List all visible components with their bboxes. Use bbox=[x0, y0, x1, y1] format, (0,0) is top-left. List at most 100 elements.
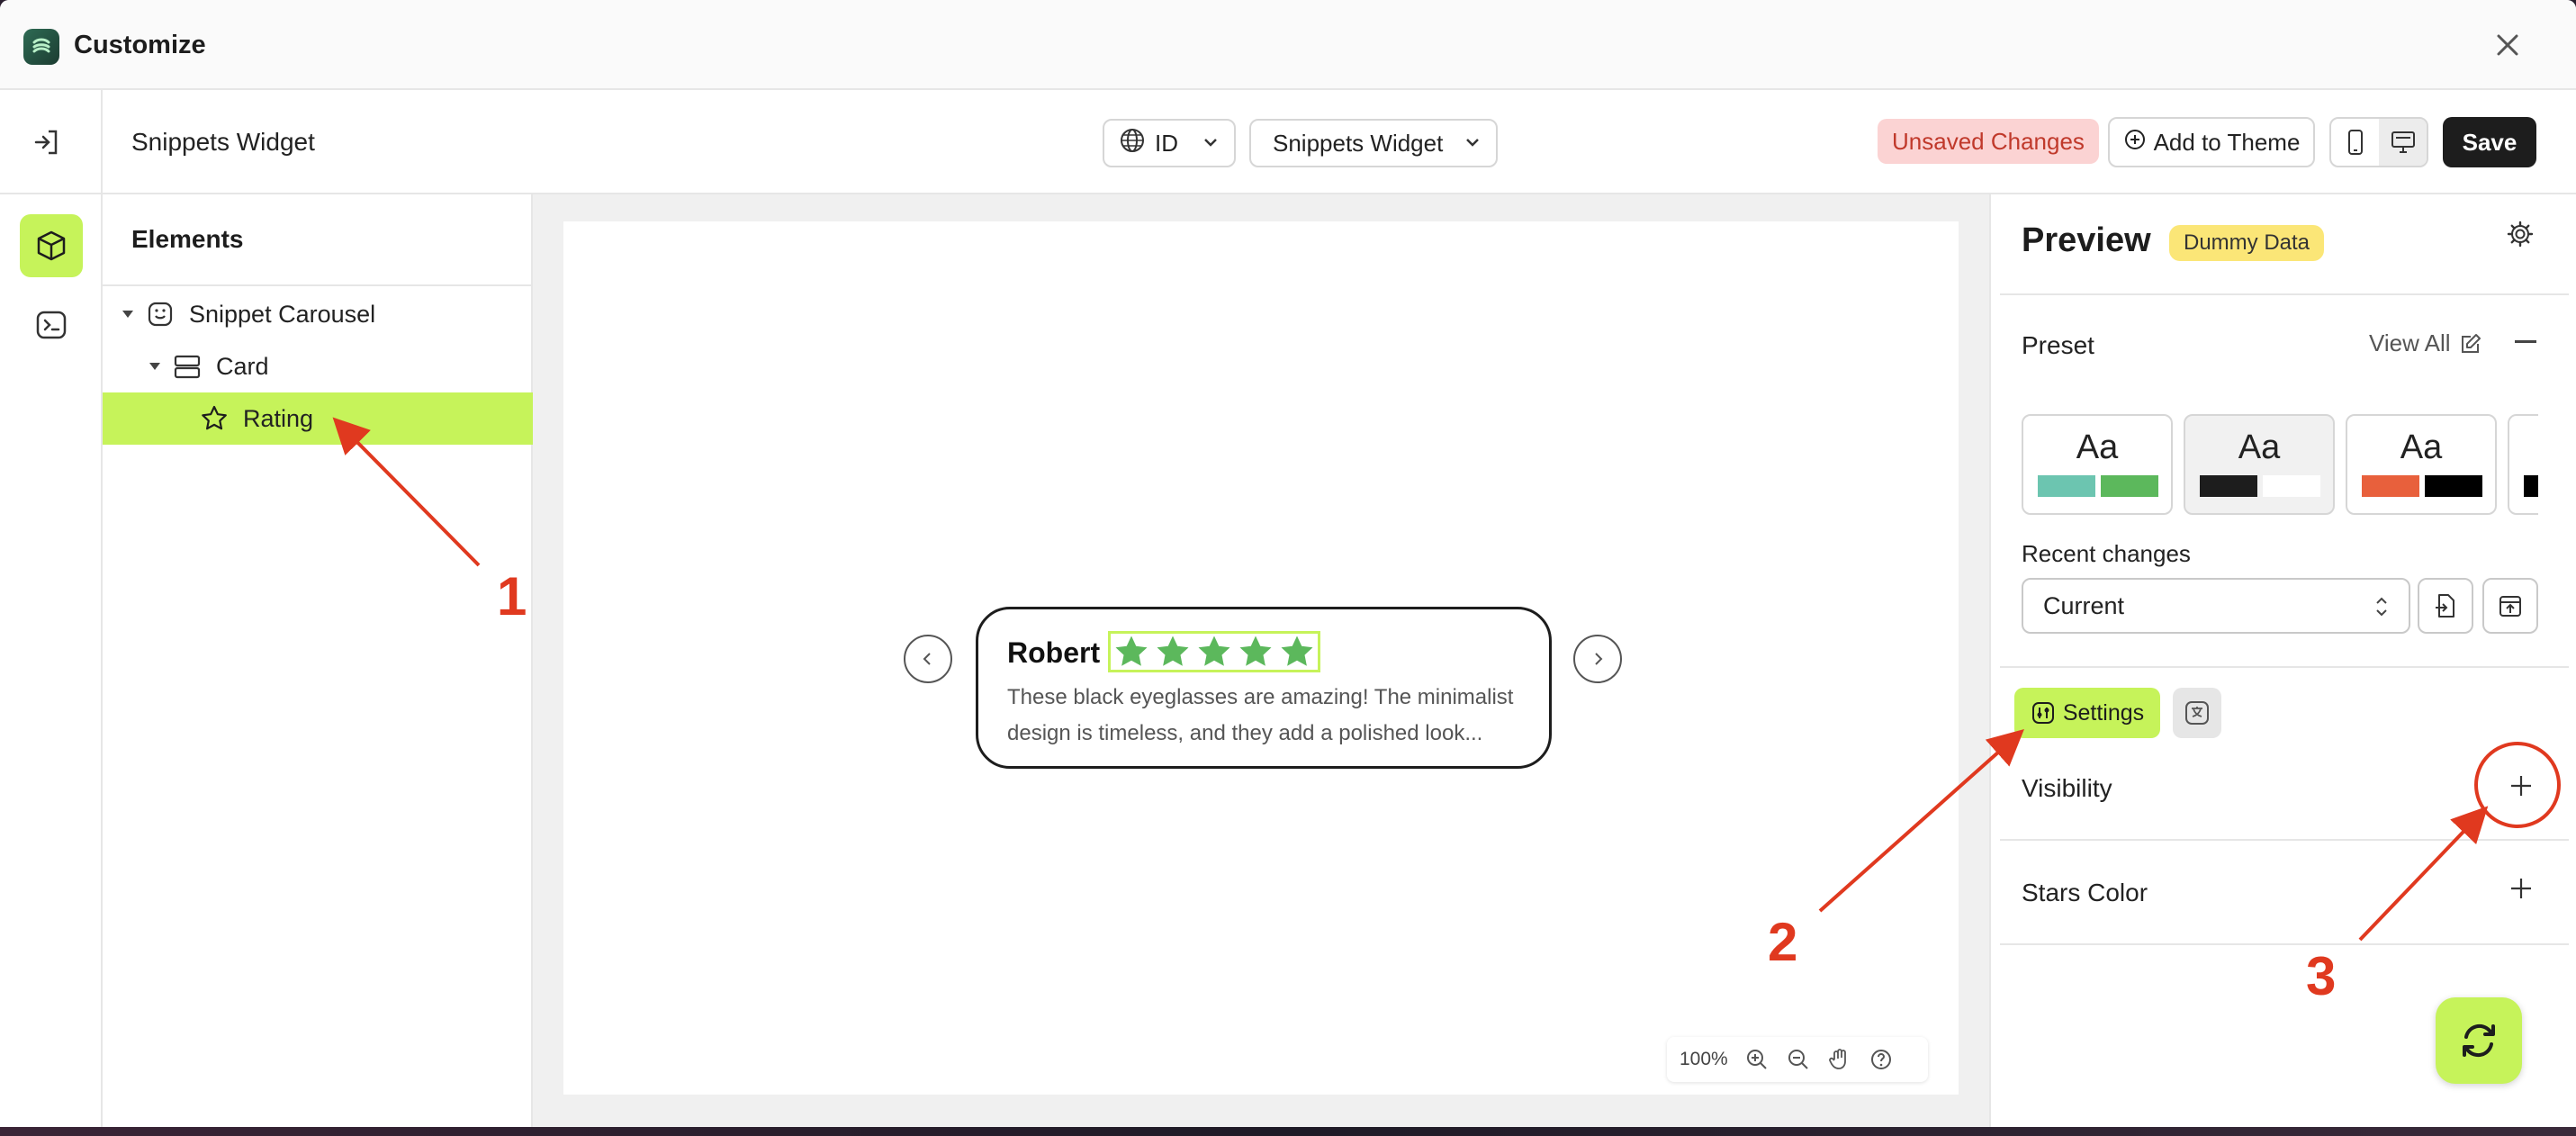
plus-circle-icon bbox=[2123, 128, 2147, 158]
gear-icon[interactable] bbox=[2506, 220, 2535, 253]
desktop-background bbox=[0, 1127, 2576, 1136]
refresh-button[interactable] bbox=[2436, 997, 2522, 1084]
carousel-icon bbox=[146, 300, 175, 329]
caret-down-icon[interactable] bbox=[149, 363, 160, 370]
translate-icon bbox=[2185, 701, 2209, 725]
language-label: ID bbox=[1155, 129, 1178, 157]
refresh-icon bbox=[2463, 1023, 2495, 1058]
preset-swatch bbox=[2200, 475, 2257, 497]
divider bbox=[2000, 943, 2569, 945]
widget-name: Snippets Widget bbox=[131, 128, 315, 156]
toolbar-divider bbox=[101, 90, 103, 194]
view-all-link[interactable]: View All bbox=[2369, 329, 2483, 357]
device-toggle bbox=[2329, 117, 2428, 167]
preview-panel: Preview Dummy Data Preset View All Aa Aa… bbox=[1989, 194, 2576, 1127]
mobile-icon bbox=[2347, 130, 2363, 155]
reviewer-name: Robert bbox=[1007, 636, 1101, 669]
widget-select-label: Snippets Widget bbox=[1273, 129, 1444, 157]
tree-item-snippet-carousel[interactable]: Snippet Carousel bbox=[103, 288, 533, 340]
preset-swatch bbox=[2038, 475, 2095, 497]
cube-icon bbox=[37, 230, 66, 261]
zoom-out-icon[interactable] bbox=[1786, 1047, 1811, 1072]
app-logo-icon bbox=[23, 29, 59, 65]
tree-item-card[interactable]: Card bbox=[103, 340, 533, 392]
terminal-icon bbox=[36, 311, 67, 339]
window-title: Customize bbox=[74, 31, 206, 59]
divider bbox=[2000, 293, 2569, 295]
language-select[interactable]: ID bbox=[1103, 119, 1236, 167]
snippet-card[interactable]: Robert These black eyeglasses are amazin… bbox=[976, 607, 1552, 769]
preset-swatch bbox=[2425, 475, 2482, 497]
rail-code-button[interactable] bbox=[20, 293, 83, 356]
star-filled-icon bbox=[1239, 636, 1272, 666]
preset-swatch bbox=[2362, 475, 2419, 497]
preset-sample: Aa bbox=[2400, 428, 2443, 466]
archive-upload-icon bbox=[2499, 596, 2521, 617]
star-filled-icon bbox=[1198, 636, 1230, 666]
review-text: These black eyeglasses are amazing! The … bbox=[1007, 685, 1514, 745]
collapse-preset-button[interactable] bbox=[2515, 340, 2536, 343]
elements-title: Elements bbox=[131, 225, 244, 253]
rail-elements-button[interactable] bbox=[20, 214, 83, 277]
tab-settings-label: Settings bbox=[2062, 699, 2145, 726]
desktop-view-button[interactable] bbox=[2379, 119, 2427, 166]
left-rail bbox=[0, 194, 103, 1127]
zoom-in-icon[interactable] bbox=[1744, 1047, 1770, 1072]
exit-icon[interactable] bbox=[29, 124, 65, 160]
caret-down-icon[interactable] bbox=[122, 311, 133, 318]
file-import-icon bbox=[2436, 594, 2454, 618]
preset-label: Preset bbox=[2022, 331, 2094, 359]
rating-stars[interactable] bbox=[1108, 631, 1320, 672]
help-icon[interactable] bbox=[1869, 1047, 1894, 1072]
recent-changes-select[interactable]: Current bbox=[2022, 578, 2410, 634]
divider bbox=[2000, 666, 2569, 668]
preset-card[interactable]: Aa bbox=[2022, 414, 2173, 515]
globe-icon bbox=[1119, 127, 1146, 160]
add-to-theme-label: Add to Theme bbox=[2153, 128, 2301, 156]
zoom-toolbar: 100% bbox=[1667, 1037, 1928, 1082]
carousel-prev-button[interactable] bbox=[904, 635, 952, 683]
annotation-number-1: 1 bbox=[497, 566, 527, 627]
canvas-area: Robert These black eyeglasses are amazin… bbox=[533, 194, 1989, 1127]
tab-translate[interactable] bbox=[2173, 688, 2221, 738]
stars-color-expand-icon[interactable] bbox=[2509, 877, 2533, 900]
close-icon[interactable] bbox=[2490, 27, 2526, 63]
mobile-view-button[interactable] bbox=[2331, 119, 2379, 166]
annotation-number-3: 3 bbox=[2306, 946, 2337, 1006]
preset-sample: Aa bbox=[2509, 428, 2538, 467]
tree-item-label: Rating bbox=[243, 404, 314, 432]
tree-item-label: Snippet Carousel bbox=[189, 300, 376, 328]
export-button[interactable] bbox=[2482, 578, 2538, 634]
tab-settings[interactable]: Settings bbox=[2014, 688, 2160, 738]
recent-changes-value: Current bbox=[2043, 592, 2125, 619]
title-bar: Customize bbox=[0, 0, 2576, 90]
chevron-down-icon bbox=[1464, 130, 1482, 158]
preset-card[interactable]: Aa bbox=[2508, 414, 2538, 515]
elements-divider bbox=[103, 284, 533, 286]
desktop-icon bbox=[2391, 131, 2415, 153]
star-filled-icon bbox=[1157, 636, 1189, 666]
carousel-next-button[interactable] bbox=[1573, 635, 1622, 683]
star-filled-icon bbox=[1115, 636, 1148, 666]
tree-item-rating[interactable]: Rating bbox=[103, 392, 533, 445]
preset-card[interactable]: Aa bbox=[2184, 414, 2335, 515]
star-filled-icon bbox=[1281, 636, 1313, 666]
preset-sample: Aa bbox=[2076, 428, 2119, 466]
add-to-theme-button[interactable]: Add to Theme bbox=[2108, 117, 2315, 167]
preview-canvas: Robert These black eyeglasses are amazin… bbox=[563, 221, 1959, 1095]
dummy-data-badge: Dummy Data bbox=[2169, 225, 2325, 261]
save-button[interactable]: Save bbox=[2443, 117, 2536, 167]
import-button[interactable] bbox=[2418, 578, 2473, 634]
toolbar: Snippets Widget ID Snippets Widget Unsav… bbox=[0, 90, 2576, 194]
sliders-icon bbox=[2031, 702, 2054, 724]
preset-card[interactable]: Aa bbox=[2346, 414, 2497, 515]
widget-select[interactable]: Snippets Widget bbox=[1249, 119, 1498, 167]
hand-icon[interactable] bbox=[1827, 1047, 1852, 1072]
select-arrows-icon bbox=[2376, 597, 2387, 617]
preset-list: Aa Aa Aa Aa bbox=[2022, 414, 2538, 515]
view-all-label: View All bbox=[2369, 329, 2451, 356]
chevron-down-icon bbox=[1202, 130, 1220, 158]
zoom-level: 100% bbox=[1680, 1049, 1728, 1069]
visibility-expand-icon[interactable] bbox=[2509, 774, 2533, 798]
annotation-number-2: 2 bbox=[1768, 912, 1798, 972]
